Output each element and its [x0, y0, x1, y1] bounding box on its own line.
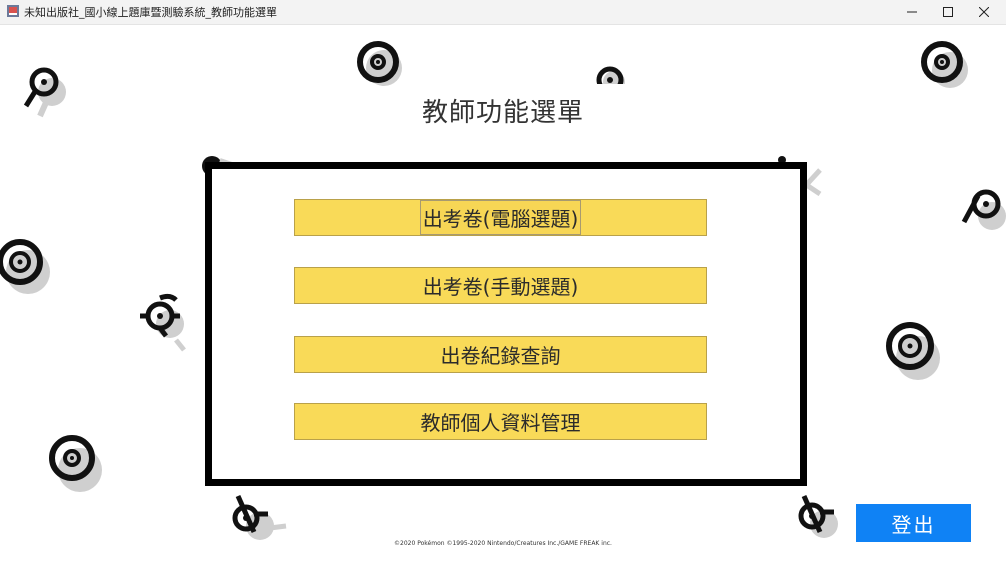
manual-exam-label: 出考卷(手動選題) — [422, 275, 579, 299]
unown-icon — [886, 322, 940, 380]
unown-icon — [49, 435, 102, 492]
unown-icon — [596, 66, 625, 84]
minimize-icon — [907, 11, 917, 13]
unown-icon — [140, 293, 186, 352]
exam-history-button[interactable]: 出卷紀錄查詢 — [294, 336, 707, 373]
maximize-icon — [943, 7, 953, 17]
maximize-button[interactable] — [930, 0, 966, 24]
close-button[interactable] — [966, 0, 1002, 24]
unown-icon — [961, 189, 1006, 230]
exam-history-label: 出卷紀錄查詢 — [440, 344, 561, 368]
manual-exam-button[interactable]: 出考卷(手動選題) — [294, 267, 707, 304]
unown-icon — [921, 41, 968, 88]
auto-exam-label: 出考卷(電腦選題) — [419, 200, 582, 235]
logout-button[interactable]: 登出 — [856, 504, 971, 542]
window-title: 未知出版社_國小線上題庫暨測驗系統_教師功能選單 — [24, 6, 277, 19]
teacher-profile-button[interactable]: 教師個人資料管理 — [294, 403, 707, 440]
window-titlebar: 未知出版社_國小線上題庫暨測驗系統_教師功能選單 — [0, 0, 1006, 25]
app-icon — [7, 5, 19, 17]
unown-icon — [357, 41, 402, 86]
close-icon — [979, 7, 989, 17]
teacher-profile-label: 教師個人資料管理 — [420, 411, 581, 435]
minimize-button[interactable] — [894, 0, 930, 24]
unown-icon — [0, 239, 50, 294]
page-title: 教師功能選單 — [421, 98, 584, 128]
auto-exam-button[interactable]: 出考卷(電腦選題) — [294, 199, 707, 236]
